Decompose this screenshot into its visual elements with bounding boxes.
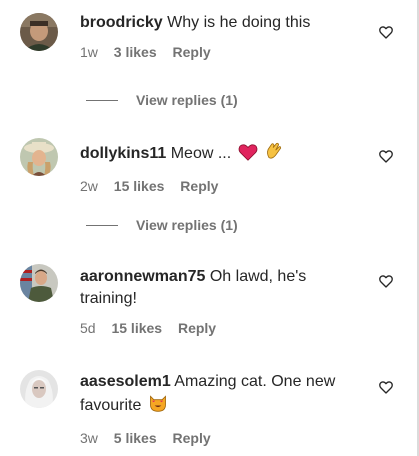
reply-button[interactable]: Reply (180, 178, 218, 194)
comment-username[interactable]: aaronnewman75 (80, 268, 205, 285)
reply-button[interactable]: Reply (173, 430, 211, 446)
like-heart-icon[interactable] (378, 148, 394, 164)
comment-time[interactable]: 5d (80, 320, 96, 336)
comment-time[interactable]: 2w (80, 178, 98, 194)
comment-meta: 3w 5 likes Reply (80, 429, 367, 447)
comment-username[interactable]: aasesolem1 (80, 373, 171, 390)
comment-likes[interactable]: 3 likes (114, 44, 157, 60)
heart-eyes-cat-emoji (148, 393, 168, 420)
like-heart-icon[interactable] (378, 379, 394, 395)
comment-meta: 2w 15 likes Reply (80, 177, 367, 195)
clapping-hands-emoji (264, 141, 284, 168)
avatar[interactable] (20, 370, 58, 408)
comment-meta: 1w 3 likes Reply (80, 43, 367, 61)
avatar[interactable] (20, 264, 58, 302)
red-heart-emoji (238, 143, 258, 168)
comment-meta: 5d 15 likes Reply (80, 319, 367, 337)
like-heart-icon[interactable] (378, 24, 394, 40)
comment-time[interactable]: 1w (80, 44, 98, 60)
view-replies-label: View replies (1) (136, 92, 238, 108)
avatar[interactable] (20, 138, 58, 176)
comment-username[interactable]: broodricky (80, 14, 163, 31)
like-heart-icon[interactable] (378, 273, 394, 289)
comment-time[interactable]: 3w (80, 430, 98, 446)
comment-likes[interactable]: 15 likes (114, 178, 165, 194)
view-replies-button[interactable]: View replies (1) (86, 92, 238, 108)
comment-text: Why is he doing this (167, 14, 311, 31)
comment-username[interactable]: dollykins11 (80, 145, 166, 162)
view-replies-button[interactable]: View replies (1) (86, 217, 238, 233)
comment-text: Meow ... (170, 145, 232, 162)
divider-line (86, 99, 118, 101)
divider-line (86, 224, 118, 226)
reply-button[interactable]: Reply (173, 44, 211, 60)
comment-likes[interactable]: 5 likes (114, 430, 157, 446)
comment-likes[interactable]: 15 likes (111, 320, 162, 336)
reply-button[interactable]: Reply (178, 320, 216, 336)
avatar[interactable] (20, 13, 58, 51)
view-replies-label: View replies (1) (136, 217, 238, 233)
